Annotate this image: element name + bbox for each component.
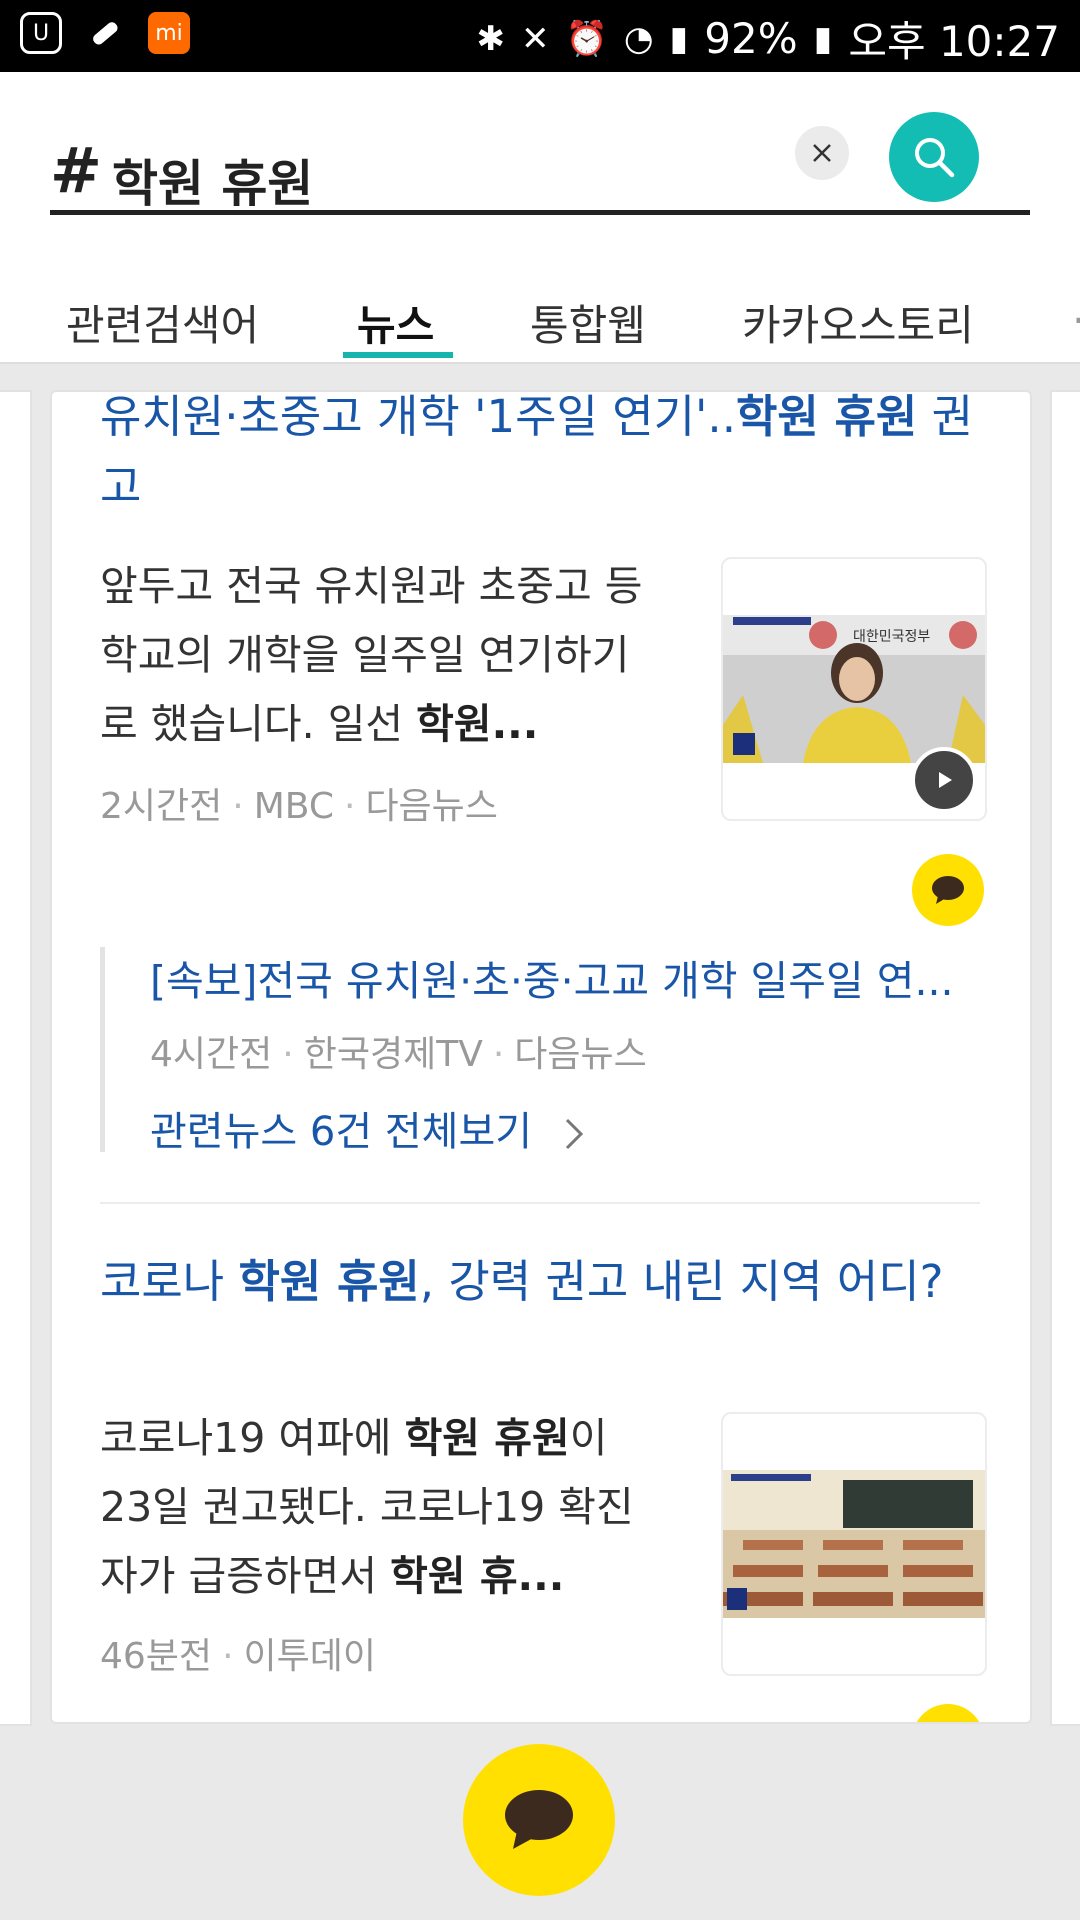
tab-kakaostory[interactable]: 카카오스토리 — [742, 292, 974, 353]
snippet-keyword: 학원... — [416, 700, 539, 748]
mi-app-icon: mi — [148, 12, 190, 54]
news-card: 유치원·초중고 개학 '1주일 연기'..학원 휴원 권고 앞두고 전국 유치원… — [50, 390, 1032, 1724]
video-thumbnail-image: 대한민국정부 — [723, 615, 985, 763]
snippet-keyword: 학원 휴원 — [404, 1414, 570, 1462]
previous-card-peek[interactable] — [0, 390, 32, 1726]
news-title[interactable]: 코로나 학원 휴원, 강력 권고 내린 지역 어디? — [100, 1247, 980, 1317]
news-snippet[interactable]: 앞두고 전국 유치원과 초중고 등학교의 개학을 일주일 연기하기로 했습니다.… — [100, 552, 660, 759]
news-title-keyword: 학원 휴원 — [736, 390, 918, 443]
system-status: ✱ ✕ ⏰ ◔ ▮ 92% ▮ 오후 10:27 — [477, 8, 1060, 69]
status-bar: U mi ✱ ✕ ⏰ ◔ ▮ 92% ▮ 오후 10:27 — [0, 0, 1080, 72]
kakaotalk-floating-button[interactable] — [463, 1744, 615, 1896]
news-title-text: , 강력 권고 내린 지역 어디? — [419, 1255, 944, 1308]
related-news-portal[interactable]: 다음뉴스 — [514, 1034, 646, 1075]
tab-web[interactable]: 통합웹 — [530, 292, 646, 353]
tab-related-searches[interactable]: 관련검색어 — [66, 292, 259, 353]
related-news: [속보]전국 유치원·초·중·고교 개학 일주일 연... 4시간전 · 한국경제T… — [100, 947, 985, 1155]
search-button[interactable] — [889, 112, 979, 202]
news-source[interactable]: 이투데이 — [244, 1636, 376, 1677]
news-title[interactable]: 유치원·초중고 개학 '1주일 연기'..학원 휴원 권고 — [100, 390, 980, 522]
chat-bubble-icon — [505, 1790, 573, 1849]
battery-icon: ▮ — [813, 18, 833, 59]
snippet-keyword: 학원 휴... — [390, 1552, 565, 1600]
battery-percent: 92% — [704, 14, 798, 63]
bandage-icon — [84, 12, 126, 54]
thumbnail-caption: 대한민국정부 — [853, 629, 930, 645]
search-tabs: 관련검색어 뉴스 통합웹 카카오스토리 · — [0, 272, 1080, 364]
news-snippet[interactable]: 코로나19 여파에 학원 휴원이 23일 권고됐다. 코로나19 확진자가 급증… — [100, 1404, 670, 1611]
wifi-icon: ◔ — [623, 18, 654, 59]
bluetooth-icon: ✱ — [476, 18, 506, 59]
news-portal[interactable]: 다음뉴스 — [365, 786, 497, 827]
clear-search-button[interactable] — [795, 126, 849, 180]
alarm-icon: ⏰ — [565, 18, 608, 59]
search-query[interactable]: 학원 휴원 — [112, 144, 313, 216]
chevron-right-icon — [565, 1118, 583, 1150]
comment-button[interactable] — [912, 1704, 984, 1722]
classroom-thumbnail-image — [723, 1470, 985, 1618]
view-all-related-news-link[interactable]: 관련뉴스 6건 전체보기 — [150, 1099, 587, 1157]
chat-bubble-icon — [932, 876, 964, 904]
snippet-text: 코로나19 여파에 — [100, 1414, 405, 1462]
related-news-time: 4시간전 — [150, 1034, 273, 1075]
close-icon — [813, 144, 831, 162]
play-icon — [939, 772, 952, 788]
snippet-text: 앞두고 전국 유치원과 초중고 등학교의 개학을 일주일 연기하기로 했습니다.… — [100, 562, 643, 748]
app-notification-icon: U — [20, 12, 62, 54]
news-thumbnail[interactable]: 대한민국정부 — [721, 557, 987, 821]
news-title-text: 유치원·초중고 개학 '1주일 연기'.. — [100, 390, 736, 443]
signal-icon: ▮ — [669, 18, 689, 59]
next-card-peek[interactable] — [1050, 390, 1080, 1726]
news-time: 2시간전 — [100, 786, 223, 827]
news-divider — [100, 1202, 980, 1204]
more-tabs-hint: · — [1072, 296, 1080, 345]
tab-news[interactable]: 뉴스 — [357, 292, 434, 353]
related-news-title[interactable]: [속보]전국 유치원·초·중·고교 개학 일주일 연... — [150, 947, 954, 1007]
search-icon — [915, 138, 955, 178]
news-thumbnail[interactable] — [721, 1412, 987, 1676]
hashtag-symbol: # — [50, 134, 102, 207]
related-news-meta: 4시간전 · 한국경제TV · 다음뉴스 — [150, 1034, 647, 1075]
search-header: # 학원 휴원 관련검색어 뉴스 통합웹 카카오스토리 · — [0, 72, 1080, 364]
news-meta: 46분전 · 이투데이 — [100, 1636, 376, 1677]
news-meta: 2시간전 · MBC · 다음뉴스 — [100, 786, 498, 827]
related-news-source[interactable]: 한국경제TV — [304, 1034, 483, 1075]
mute-icon: ✕ — [521, 18, 550, 59]
clock: 오후 10:27 — [848, 17, 1060, 66]
notification-icons: U mi — [20, 12, 190, 54]
news-title-keyword: 학원 휴원 — [238, 1255, 420, 1308]
news-source[interactable]: MBC — [254, 786, 334, 827]
search-bar[interactable]: # 학원 휴원 — [50, 124, 1030, 215]
news-title-text: 코로나 — [100, 1255, 239, 1308]
play-button[interactable] — [911, 747, 977, 813]
view-all-label: 관련뉴스 6건 전체보기 — [150, 1109, 533, 1155]
news-time: 46분전 — [100, 1636, 213, 1677]
comment-button[interactable] — [912, 854, 984, 926]
active-tab-indicator — [343, 352, 453, 358]
